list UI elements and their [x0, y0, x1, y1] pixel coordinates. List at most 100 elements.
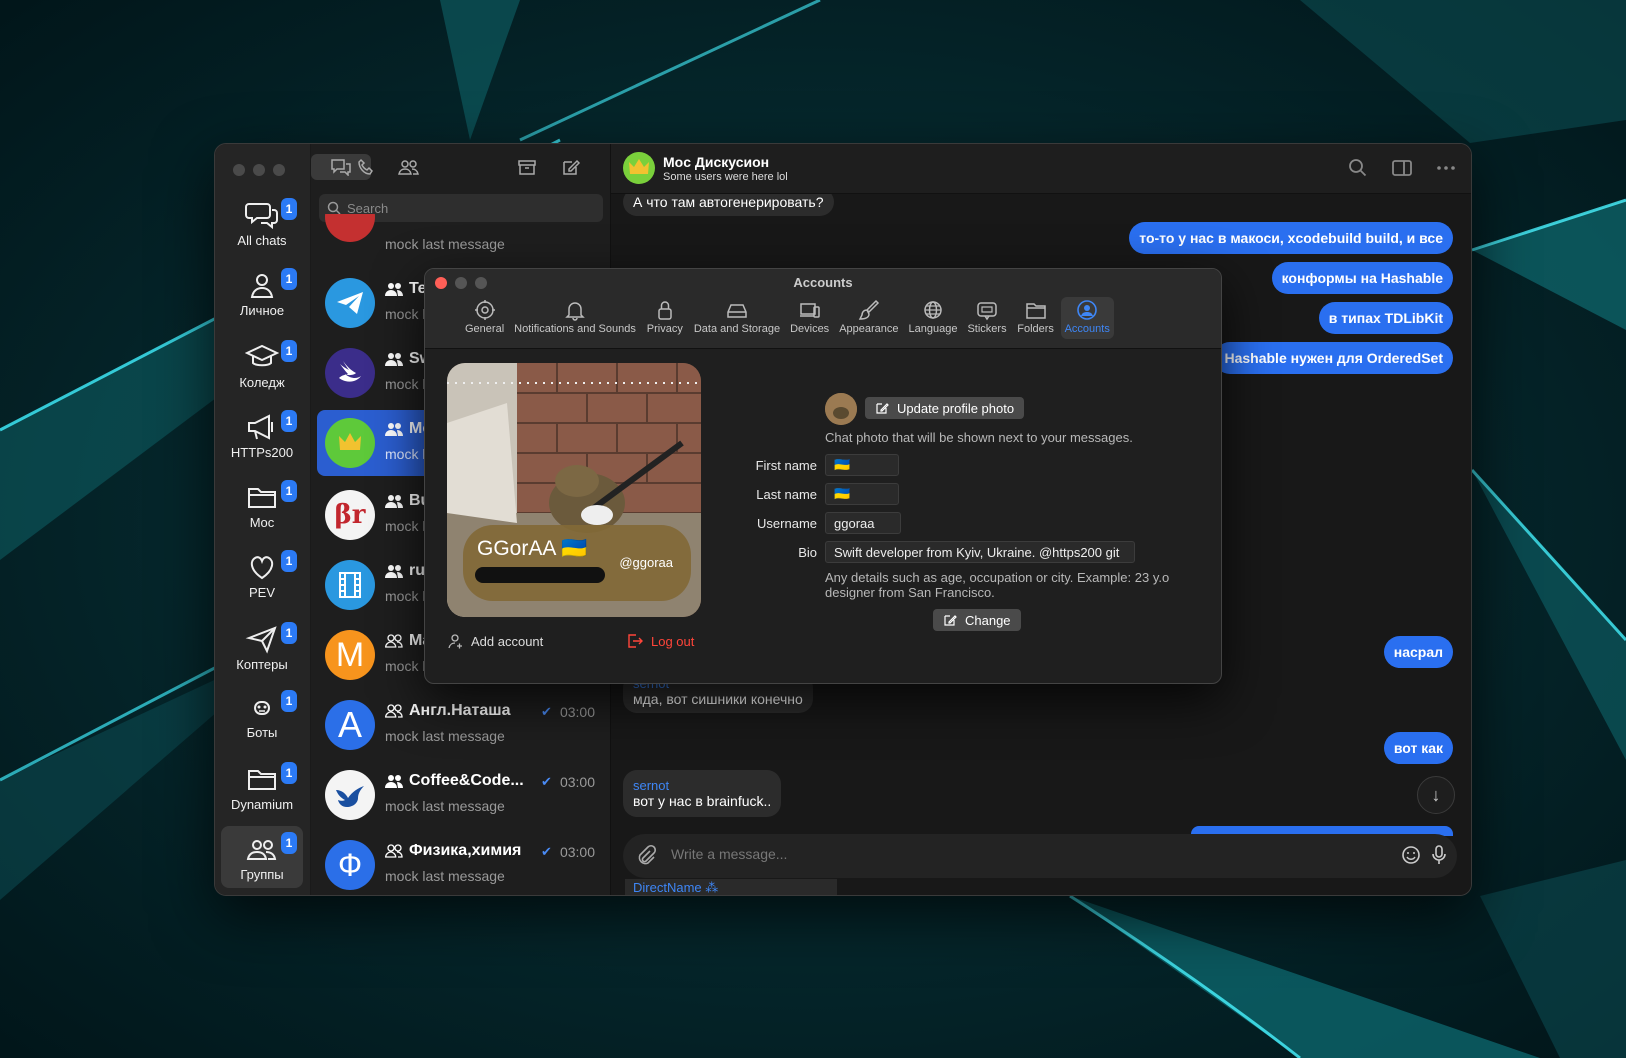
chat-avatar: βr	[325, 490, 375, 540]
folder-college[interactable]: Коледж 1	[221, 334, 303, 396]
read-checkmark-icon: ✔	[541, 704, 552, 719]
folder-icon	[248, 770, 276, 790]
chat-last-message: mock last message	[385, 798, 505, 814]
chat-avatar	[325, 418, 375, 468]
last-name-label: Last name	[756, 487, 817, 502]
folder-bots[interactable]: Боты 1	[221, 684, 303, 746]
folder-label: Группы	[240, 867, 284, 882]
sidebar-toggle-icon[interactable]	[1391, 158, 1413, 178]
conversation-header: Moc Дискусион Some users were here lol	[611, 144, 1471, 194]
microphone-icon[interactable]	[1429, 844, 1449, 866]
chat-last-message: mock last message	[385, 868, 505, 884]
folder-label: Коледж	[239, 375, 285, 390]
folder-label: Боты	[246, 725, 278, 740]
emoji-icon[interactable]	[1401, 845, 1421, 865]
chat-title: Coffee&Code...	[385, 772, 524, 790]
log-out-icon	[628, 634, 643, 648]
profile-card: GGorAA 🇺🇦 @ggoraa	[447, 363, 701, 617]
graduation-cap-icon	[245, 344, 279, 367]
contacts-segment-button[interactable]	[389, 154, 429, 180]
folder-groups[interactable]: Группы 1	[221, 826, 303, 888]
folder-label: Коптеры	[236, 657, 288, 672]
edit-icon	[876, 403, 889, 414]
folder-https200[interactable]: HTTPs200 1	[221, 404, 303, 466]
outgoing-message: насрал	[1383, 636, 1453, 668]
scroll-to-bottom-button[interactable]: ↓	[1417, 776, 1455, 814]
folder-moc[interactable]: Moc 1	[221, 474, 303, 536]
tab-privacy[interactable]: Privacy	[642, 297, 688, 339]
bell-icon	[565, 302, 585, 321]
compose-icon	[563, 159, 581, 175]
chat-avatar: M	[325, 630, 375, 680]
group-icon	[246, 840, 277, 860]
folder-label: All chats	[237, 233, 287, 248]
tab-notifications[interactable]: Notifications and Sounds	[510, 297, 640, 339]
chat-row[interactable]: Coffee&Code... mock last message ✔ 03:00	[317, 762, 607, 828]
chat-last-message: mock last message	[385, 728, 505, 744]
tab-general[interactable]: General	[461, 297, 508, 339]
group-chat-icon	[385, 495, 403, 508]
archive-button[interactable]	[507, 154, 547, 180]
add-account-button[interactable]: Add account	[447, 633, 543, 649]
folder-personal[interactable]: Личное 1	[221, 262, 303, 324]
conversation-avatar[interactable]	[623, 152, 655, 184]
chat-avatar	[325, 560, 375, 610]
folder-all-chats[interactable]: All chats 1	[221, 192, 303, 254]
update-profile-photo-button[interactable]: Update profile photo	[865, 397, 1025, 419]
bio-field[interactable]	[825, 541, 1135, 563]
minimize-window-button[interactable]	[253, 164, 265, 176]
folder-label: Moc	[249, 515, 275, 530]
group-chat-icon	[385, 423, 403, 436]
first-name-label: First name	[755, 458, 817, 473]
last-name-field[interactable]	[825, 483, 899, 505]
group-chat-icon	[385, 634, 403, 648]
archive-icon	[518, 160, 536, 175]
search-icon[interactable]	[1347, 158, 1369, 178]
conversation-title[interactable]: Moc Дискусион	[663, 154, 769, 170]
change-button[interactable]: Change	[933, 609, 1021, 631]
message-sender[interactable]: sernot	[633, 778, 771, 793]
unread-badge: 1	[281, 268, 297, 290]
chat-row[interactable]: mock last message	[317, 214, 607, 262]
search-icon	[327, 201, 341, 215]
folder-copters[interactable]: Коптеры 1	[221, 616, 303, 678]
more-options-icon[interactable]	[1435, 158, 1457, 178]
compose-button[interactable]	[551, 154, 591, 180]
outgoing-message: то-то у нас в макоси, xcodebuild build, …	[1129, 222, 1453, 254]
group-chat-icon	[385, 704, 403, 718]
bio-label: Bio	[798, 545, 817, 560]
crown-icon	[629, 159, 649, 174]
close-window-button[interactable]	[233, 164, 245, 176]
chat-list-toolbar	[311, 144, 610, 188]
chat-row[interactable]: A Англ.Наташа mock last message ✔ 03:00	[317, 692, 607, 758]
group-chat-icon	[385, 775, 403, 788]
gear-icon	[474, 300, 495, 320]
chat-last-message: mock last message	[385, 236, 505, 252]
unread-badge: 1	[281, 410, 297, 432]
chat-row[interactable]: Ф Физика,химия mock last message ✔ 03:00	[317, 832, 607, 895]
heart-icon	[250, 556, 274, 580]
chat-time: ✔ 03:00	[541, 704, 595, 720]
lock-icon	[658, 301, 672, 320]
redaction-scribble	[475, 567, 605, 583]
account-form: Update profile photo Chat photo that wil…	[725, 269, 1215, 683]
edit-icon	[944, 615, 957, 626]
chat-title: Физика,химия	[385, 842, 521, 860]
paper-plane-icon	[245, 626, 277, 654]
calls-segment-button[interactable]	[347, 154, 387, 180]
message-input[interactable]	[671, 846, 1271, 862]
direct-name-bar: DirectName ⁂	[625, 879, 837, 895]
settings-dialog: Accounts General Notifications and Sound…	[424, 268, 1222, 684]
chat-bubbles-icon	[245, 203, 278, 230]
log-out-button[interactable]: Log out	[627, 633, 694, 649]
swift-logo-icon	[339, 361, 361, 382]
bio-hint: designer from San Francisco.	[825, 585, 995, 600]
folder-pev[interactable]: PEV 1	[221, 544, 303, 606]
zoom-window-button[interactable]	[273, 164, 285, 176]
outgoing-message: конформы на Hashable	[1271, 262, 1453, 294]
first-name-field[interactable]	[825, 454, 899, 476]
folder-dynamium[interactable]: Dynamium 1	[221, 756, 303, 818]
unread-badge: 1	[281, 690, 297, 712]
attachment-icon[interactable]	[635, 844, 657, 866]
username-field[interactable]	[825, 512, 901, 534]
